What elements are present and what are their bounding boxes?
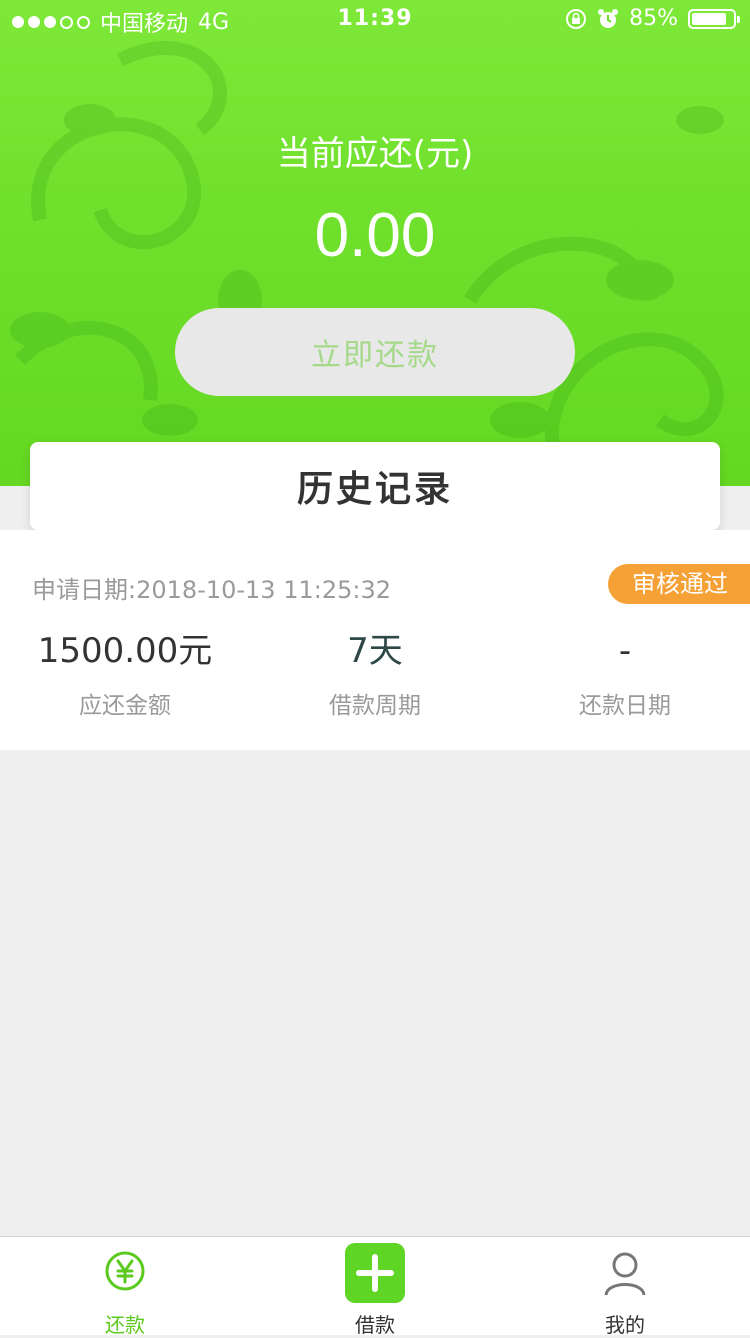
history-records-header[interactable]: 历史记录 xyxy=(30,442,720,530)
repay-now-button[interactable]: 立即还款 xyxy=(175,308,575,396)
battery-icon xyxy=(688,8,740,29)
header-banner: 中国移动 4G 11:39 85% 当前应还(元) 0.00 立即还款 xyxy=(0,0,750,486)
borrow-plus-button[interactable] xyxy=(345,1243,405,1303)
tab-repay[interactable]: 还款 xyxy=(0,1237,250,1337)
amount-due-value: 0.00 xyxy=(314,201,436,270)
apply-date: 申请日期:2018-10-13 11:25:32 xyxy=(32,576,391,604)
tab-borrow[interactable]: 借款 xyxy=(250,1237,500,1337)
loan-record[interactable]: 申请日期:2018-10-13 11:25:32 审核通过 1500.00元 应… xyxy=(0,530,750,750)
battery-percent: 85% xyxy=(629,6,678,31)
alarm-icon xyxy=(598,8,619,28)
status-badge: 审核通过 xyxy=(608,564,750,604)
repay-amount-label: 应还金额 xyxy=(79,693,171,719)
amount-due-label: 当前应还(元) xyxy=(276,134,474,174)
amount-column: 1500.00元 应还金额 xyxy=(0,626,250,720)
plus-icon xyxy=(356,1254,394,1292)
repay-date-value: - xyxy=(618,631,632,671)
user-icon xyxy=(604,1252,646,1296)
tab-mine[interactable]: 我的 xyxy=(500,1237,750,1337)
repay-date-column: - 还款日期 xyxy=(500,626,750,720)
bottom-tab-bar: 还款 借款 我的 xyxy=(0,1236,750,1337)
loan-period-value: 7天 xyxy=(347,631,403,671)
repay-amount-value: 1500.00元 xyxy=(37,631,213,671)
status-bar: 中国移动 4G 11:39 85% xyxy=(0,0,750,40)
loan-period-label: 借款周期 xyxy=(329,693,421,719)
rotation-lock-icon xyxy=(566,8,587,29)
repay-date-label: 还款日期 xyxy=(579,693,671,719)
yen-circle-icon xyxy=(105,1251,145,1291)
period-column: 7天 借款周期 xyxy=(250,626,500,720)
